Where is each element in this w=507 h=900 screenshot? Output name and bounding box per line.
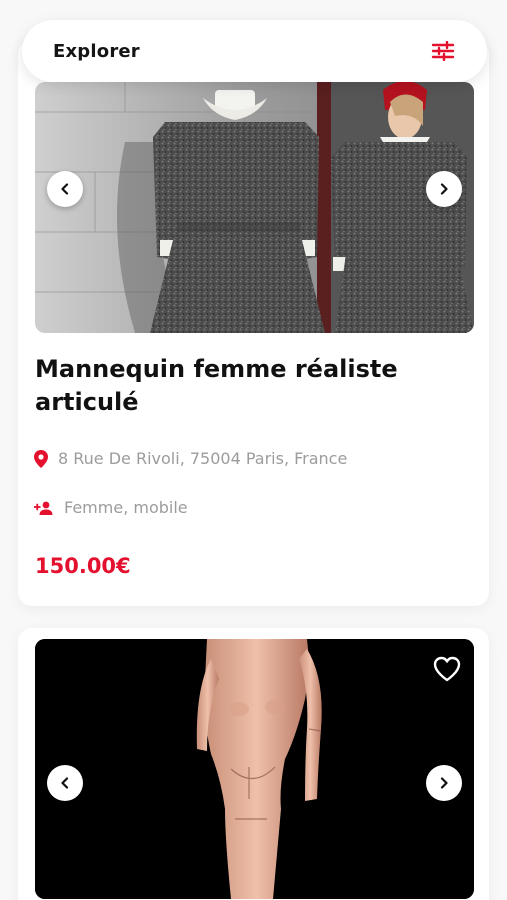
listing-image[interactable]	[35, 639, 474, 899]
previous-image-button[interactable]	[47, 765, 83, 801]
chevron-left-icon	[61, 777, 69, 789]
category-text: Femme, mobile	[64, 498, 188, 517]
listing-image[interactable]	[35, 82, 474, 333]
page-title: Explorer	[53, 40, 140, 62]
previous-image-button[interactable]	[47, 171, 83, 207]
listing-card[interactable]	[18, 628, 489, 900]
top-bar: Explorer	[22, 20, 487, 82]
favorite-button[interactable]	[432, 655, 462, 683]
listing-category: Femme, mobile	[34, 498, 188, 517]
listing-card[interactable]: Mannequin femme réaliste articulé 8 Rue …	[18, 40, 489, 606]
next-image-button[interactable]	[426, 171, 462, 207]
chevron-left-icon	[61, 183, 69, 195]
listing-location: 8 Rue De Rivoli, 75004 Paris, France	[34, 449, 347, 468]
location-pin-icon	[34, 449, 48, 468]
listing-title[interactable]: Mannequin femme réaliste articulé	[35, 353, 455, 419]
chevron-right-icon	[440, 777, 448, 789]
app: Explorer Mannequin femme réaliste articu…	[0, 0, 507, 900]
filter-button[interactable]	[429, 37, 457, 65]
sliders-icon	[431, 41, 455, 61]
heart-icon	[433, 656, 461, 682]
next-image-button[interactable]	[426, 765, 462, 801]
mannequin-photo	[35, 639, 474, 899]
mannequin-photo	[35, 82, 474, 333]
person-add-icon	[34, 501, 53, 515]
chevron-right-icon	[440, 183, 448, 195]
location-text: 8 Rue De Rivoli, 75004 Paris, France	[58, 449, 348, 468]
listing-price: 150.00€	[35, 554, 131, 578]
